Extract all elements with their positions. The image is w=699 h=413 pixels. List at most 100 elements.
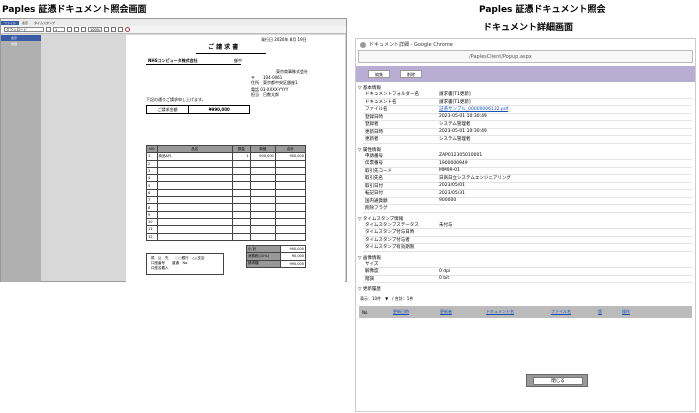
next-page-icon[interactable]	[67, 27, 72, 32]
issuer-person: 担当 日数太郎	[251, 92, 279, 97]
download-dropdown[interactable]: ダウンロード	[4, 27, 44, 32]
total-value: ¥990,000	[208, 107, 230, 112]
attr-label: 伝票番号	[365, 161, 383, 167]
item-cell: 900,000	[274, 152, 307, 161]
chrome-icon	[360, 41, 366, 48]
summary-value: 990,000	[280, 259, 306, 268]
ts-row: タイムスタンプ有効期限	[363, 244, 692, 252]
menu-bar: ファイル 表示 タイムスタンプ	[1, 19, 346, 26]
history-col-header[interactable]: 版	[589, 309, 611, 315]
attr-value: MM99-01	[439, 168, 460, 174]
attr-label: 申請番号	[365, 153, 383, 159]
menu-view[interactable]: 表示	[19, 21, 31, 25]
item-col-header: 合計	[274, 144, 307, 154]
history-col-header[interactable]: 更新日時	[377, 309, 425, 315]
item-row: 2	[146, 159, 307, 168]
address-bar[interactable]: /PaplesClient/Popup.aspx	[358, 50, 693, 63]
close-button-area: 閉じる	[526, 374, 588, 387]
window-titlebar: ドキュメント詳細 - Google Chrome	[356, 39, 695, 50]
rotate-icon[interactable]	[118, 27, 123, 32]
item-cell	[156, 225, 234, 234]
basic-label: 登録者	[365, 122, 379, 128]
item-cell	[274, 217, 307, 227]
history-col-header[interactable]: 更新者	[425, 309, 467, 315]
attr-value: ZAP012305010001	[439, 153, 483, 159]
basic-label: 更新日時	[365, 129, 383, 135]
item-cell	[232, 188, 251, 198]
delete-button[interactable]: 削除	[400, 70, 422, 78]
summary-row: 消費税(10%) 90,000	[245, 252, 306, 261]
document-viewer: ファイル 表示 タイムスタンプ ダウンロード 1 100% 表示 詳細 発行日 …	[0, 18, 347, 283]
page-input[interactable]: 1	[53, 27, 65, 32]
ts-label: タイムスタンプ有効期限	[365, 245, 415, 251]
close-button[interactable]: 閉じる	[533, 377, 583, 385]
item-cell: 6	[146, 188, 158, 198]
item-cell	[249, 188, 276, 198]
caption-left: Paples 証憑ドキュメント照会画面	[2, 5, 147, 15]
item-row: 8	[146, 203, 307, 212]
attr-value: 2023/05/31	[439, 190, 465, 196]
img-label: 解像度	[365, 269, 379, 275]
attr-row: 削除フラグ	[363, 205, 692, 213]
sidebar-item-detail[interactable]: 詳細	[1, 41, 41, 47]
zoom-out-icon[interactable]	[74, 27, 79, 32]
basic-value: 請求書[T1更新]	[439, 99, 471, 105]
basic-row: 更新日時 2023-05-01 10:30:49	[363, 129, 692, 136]
item-cell	[274, 174, 307, 183]
item-cell	[156, 174, 234, 183]
basic-row: ファイル名 証憑サンプル_00000006132.pdf	[363, 106, 692, 114]
fit-width-icon[interactable]	[111, 27, 116, 32]
item-cell	[274, 166, 307, 176]
item-cell: 4	[146, 174, 158, 183]
history-col-header[interactable]: ファイル名	[533, 309, 589, 315]
item-cell: 12	[146, 232, 158, 241]
menu-timestamp[interactable]: タイムスタンプ	[31, 21, 58, 25]
item-cell: 10	[146, 217, 158, 227]
item-cell	[274, 203, 307, 212]
img-row: 解像度 0 dpi	[363, 268, 692, 276]
window-title: ドキュメント詳細 - Google Chrome	[369, 42, 453, 48]
item-cell	[274, 181, 307, 190]
history-col-header[interactable]: 操作	[611, 309, 641, 315]
item-row: 10	[146, 217, 307, 227]
viewer-toolbar: ダウンロード 1 100%	[1, 26, 346, 34]
zoom-input[interactable]: 100%	[88, 27, 102, 32]
edit-button[interactable]: 編集	[368, 70, 390, 78]
attr-value: 900000	[439, 198, 457, 204]
summary-value: 900,000	[280, 244, 306, 254]
bank-box: 振 込 先 ○○銀行 △△支店 口座番号 普通 No. 口座名義人	[146, 253, 224, 275]
item-row: 7	[146, 196, 307, 205]
attr-value: 日商日立システムエンジニアリング	[439, 176, 511, 182]
item-cell: 900,000	[249, 152, 276, 161]
basic-value: システム管理者	[439, 122, 471, 128]
attr-label: 国内通貨額	[365, 198, 388, 204]
paging-select[interactable]: 表示：10件 ▼ / 合計：1件	[360, 296, 695, 302]
issuer-name: 東京商事株式会社	[276, 69, 308, 74]
section-history[interactable]: ▽ 更新履歴	[358, 286, 695, 292]
fit-page-icon[interactable]	[104, 27, 109, 32]
menu-file[interactable]: ファイル	[1, 20, 20, 25]
summary-table: 小 計 900,000 消費税(10%) 90,000 請求額 990,000	[245, 244, 306, 268]
honorific: 御中	[234, 58, 242, 63]
basic-value: 2023-05-01 10:30:49	[439, 129, 487, 135]
item-row: 9	[146, 210, 307, 219]
item-cell	[274, 210, 307, 219]
stop-icon[interactable]	[125, 27, 130, 32]
item-cell	[249, 203, 276, 212]
item-cell	[274, 188, 307, 198]
item-cell: 1	[146, 152, 158, 161]
history-col-header[interactable]: ドキュメント名	[467, 309, 533, 315]
ts-label: タイムスタンプステータス	[365, 222, 419, 228]
attr-value: 2023/05/01	[439, 183, 465, 189]
item-cell	[156, 232, 234, 241]
attr-row: 伝票番号 1900000949	[363, 160, 692, 168]
basic-value[interactable]: 証憑サンプル_00000006132.pdf	[439, 106, 692, 112]
item-row: 4	[146, 174, 307, 183]
item-cell	[232, 232, 251, 241]
prev-page-icon[interactable]	[46, 27, 51, 32]
zoom-in-icon[interactable]	[81, 27, 86, 32]
item-cell	[249, 166, 276, 176]
item-cell: 7	[146, 196, 158, 205]
issuer-address: 住所 東京都中央区銀座1	[251, 80, 298, 85]
item-cell	[232, 159, 251, 168]
